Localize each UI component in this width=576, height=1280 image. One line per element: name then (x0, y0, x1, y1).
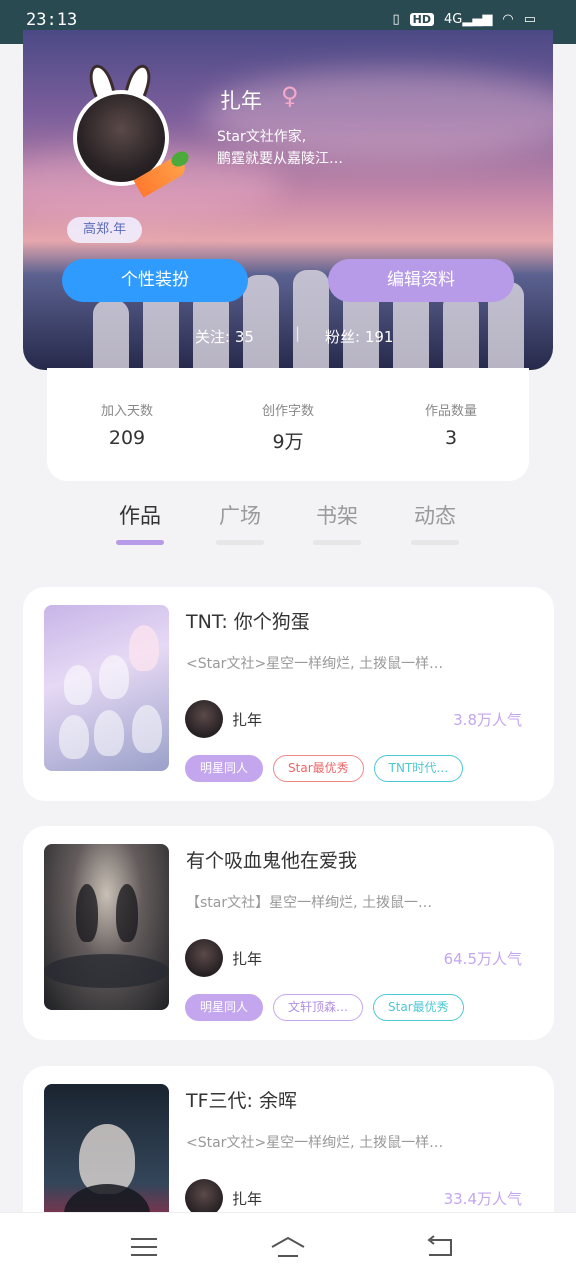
work-title[interactable]: TF三代: 余晖 (186, 1086, 297, 1113)
author-avatar (185, 700, 223, 738)
profile-name: 扎年 (220, 89, 262, 113)
tab-label: 广场 (219, 504, 261, 528)
author-name: 扎年 (232, 950, 263, 968)
stat-works-count: 作品数量 3 (381, 400, 521, 449)
tag[interactable]: Star最优秀 (373, 994, 464, 1021)
work-tags: 明星同人 文轩顶森… Star最优秀 (185, 994, 464, 1021)
profile-bio: Star文社作家, 鹏霆就要从嘉陵江… (217, 126, 343, 170)
menu-icon[interactable] (128, 1235, 160, 1259)
nickname-tag[interactable]: 高郑.年 (67, 217, 143, 243)
work-tags: 明星同人 Star最优秀 TNT时代… (185, 755, 464, 782)
work-title[interactable]: TNT: 你个狗蛋 (186, 607, 310, 634)
work-description: <Star文社>星空一样绚烂, 土拨鼠一样… (186, 656, 444, 672)
tab-works[interactable]: 作品 (110, 500, 170, 545)
work-description: 【star文社】星空一样绚烂, 土拨鼠一… (186, 895, 433, 911)
tag[interactable]: 明星同人 (185, 755, 264, 782)
bio-line: 鹏霆就要从嘉陵江… (217, 151, 343, 167)
stat-days-joined: 加入天数 209 (57, 400, 197, 449)
tab-label: 动态 (414, 504, 456, 528)
author-name: 扎年 (232, 1190, 263, 1208)
clock: 23:13 (26, 10, 78, 30)
followers-count[interactable]: 粉丝: 191 (325, 326, 393, 347)
tab-indicator (313, 540, 361, 545)
work-card[interactable]: TNT: 你个狗蛋 <Star文社>星空一样绚烂, 土拨鼠一样… 扎年 3.8万… (23, 587, 554, 801)
tag[interactable]: TNT时代… (373, 755, 464, 782)
female-icon: ♀ (281, 82, 299, 110)
tab-moments[interactable]: 动态 (405, 500, 465, 545)
tab-indicator (116, 540, 164, 545)
status-icons: ▯ HD 4G▂▄▆ ◠ ▭ (393, 12, 537, 27)
vibrate-icon: ▯ (392, 12, 400, 27)
tag[interactable]: Star最优秀 (273, 755, 364, 782)
bio-line: Star文社作家, (217, 129, 307, 145)
stat-label: 作品数量 (424, 404, 477, 419)
work-cover-image[interactable] (44, 844, 169, 1010)
content-tabs: 作品 广场 书架 动态 (0, 500, 576, 560)
system-navigation-bar (0, 1212, 576, 1280)
stat-words-written: 创作字数 9万 (218, 400, 358, 454)
popularity-count: 64.5万人气 (443, 950, 522, 968)
tab-bookshelf[interactable]: 书架 (307, 500, 367, 545)
tab-indicator (411, 540, 459, 545)
popularity-count: 33.4万人气 (443, 1190, 522, 1208)
network-type-label: 4G (444, 12, 463, 27)
tab-square[interactable]: 广场 (210, 500, 270, 545)
tab-label: 书架 (316, 504, 358, 528)
divider: | (295, 324, 301, 342)
stat-label: 创作字数 (261, 404, 314, 419)
signal-4g-icon: 4G▂▄▆ (444, 12, 493, 27)
tab-label: 作品 (119, 504, 161, 528)
work-cover-image[interactable] (44, 605, 169, 771)
tab-indicator (216, 540, 264, 545)
stat-value: 209 (108, 427, 146, 449)
profile-header: 扎年 ♀ Star文社作家, 鹏霆就要从嘉陵江… 高郑.年 个性装扮 编辑资料 … (23, 30, 553, 370)
wifi-icon: ◠ (502, 12, 514, 27)
edit-profile-button[interactable]: 编辑资料 (328, 259, 514, 302)
stat-value: 9万 (272, 431, 304, 453)
stat-label: 加入天数 (100, 404, 153, 419)
hd-icon: HD (409, 13, 434, 26)
dress-up-button[interactable]: 个性装扮 (62, 259, 248, 302)
tag[interactable]: 明星同人 (185, 994, 264, 1021)
home-icon[interactable] (270, 1235, 306, 1259)
work-title[interactable]: 有个吸血鬼他在爱我 (186, 846, 357, 873)
tag[interactable]: 文轩顶森… (273, 994, 364, 1021)
author-avatar (185, 939, 223, 977)
work-description: <Star文社>星空一样绚烂, 土拨鼠一样… (186, 1135, 444, 1151)
back-icon[interactable] (423, 1235, 455, 1259)
author-name: 扎年 (232, 711, 263, 729)
work-card[interactable]: 有个吸血鬼他在爱我 【star文社】星空一样绚烂, 土拨鼠一… 扎年 64.5万… (23, 826, 554, 1040)
popularity-count: 3.8万人气 (453, 711, 522, 729)
battery-icon: ▭ (523, 12, 536, 27)
stats-card: 加入天数 209 创作字数 9万 作品数量 3 (47, 368, 529, 481)
stat-value: 3 (444, 427, 458, 449)
profile-avatar[interactable] (73, 61, 192, 198)
following-count[interactable]: 关注: 35 (195, 326, 254, 347)
